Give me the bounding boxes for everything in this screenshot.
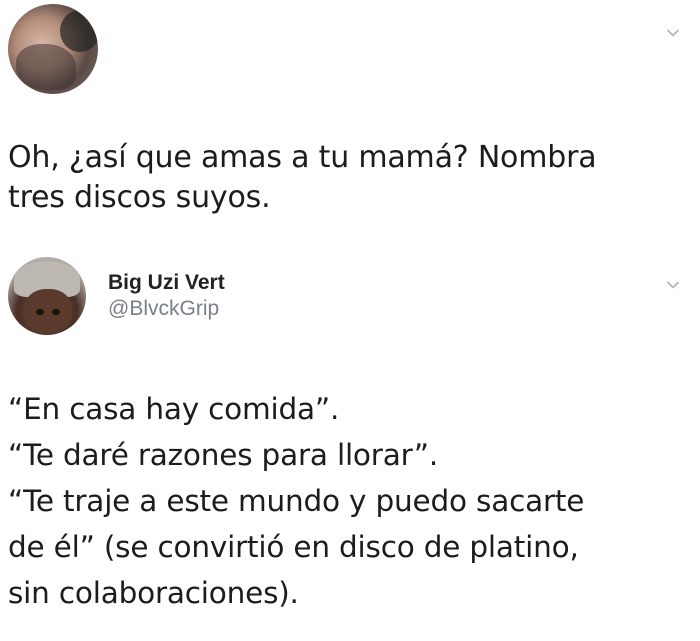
avatar-shadow [60,10,98,52]
tweet-text: Oh, ¿así que amas a tu mamá? Nombra tres… [8,140,597,215]
avatar-face [24,289,72,333]
chevron-down-icon[interactable] [666,278,680,292]
tweet-card: Big Uzi Vert @BlvckGrip “En casa hay com… [0,240,700,641]
tweet-text: “En casa hay comida”. “Te daré razones p… [8,392,585,610]
avatar-eye [52,309,60,315]
author-handle[interactable]: @BlvckGrip [108,296,225,322]
author-name[interactable]: Big Uzi Vert [108,270,225,296]
avatar[interactable] [8,4,98,94]
avatar[interactable] [8,257,86,335]
avatar-eye [36,309,44,315]
tweet-author[interactable]: Big Uzi Vert @BlvckGrip [108,270,225,322]
tweet-card: Oh, ¿así que amas a tu mamá? Nombra tres… [0,0,700,240]
chevron-down-icon[interactable] [666,26,680,40]
avatar-shadow [16,44,76,90]
